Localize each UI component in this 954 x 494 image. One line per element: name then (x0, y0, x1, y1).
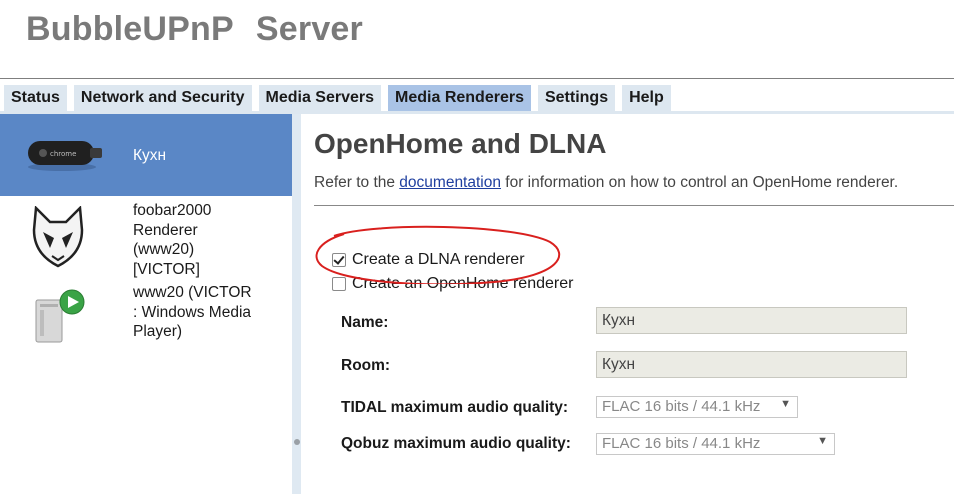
renderer-item-label: Кухн (133, 147, 167, 164)
tab-help[interactable]: Help (622, 85, 671, 111)
create-dlna-checkbox[interactable] (332, 253, 346, 267)
page-title: OpenHome and DLNA (314, 128, 607, 159)
tab-media-servers[interactable]: Media Servers (258, 85, 382, 111)
foobar2000-alien-icon (32, 206, 84, 268)
tidal-quality-select[interactable]: FLAC 16 bits / 44.1 kHz ▼ (596, 396, 798, 418)
renderer-item-foobar2000[interactable]: foobar2000 Renderer (www20) [VICTOR] (0, 200, 292, 278)
name-label: Name: (341, 314, 389, 331)
tab-media-renderers[interactable]: Media Renderers (388, 85, 531, 111)
qobuz-quality-select[interactable]: FLAC 16 bits / 44.1 kHz ▼ (596, 433, 835, 455)
splitter-handle[interactable] (294, 439, 300, 445)
room-field[interactable]: Кухн (596, 351, 907, 378)
room-label: Room: (341, 357, 391, 374)
app-title: BubbleUPnP Server (26, 10, 363, 49)
tidal-quality-label: TIDAL maximum audio quality: (341, 399, 569, 416)
renderer-item-label: foobar2000 Renderer (www20) [VICTOR] (133, 202, 212, 278)
qobuz-quality-value: FLAC 16 bits / 44.1 kHz (602, 435, 761, 452)
tabs-top-rule (0, 78, 954, 79)
documentation-link[interactable]: documentation (399, 174, 501, 191)
qobuz-quality-label: Qobuz maximum audio quality: (341, 435, 571, 452)
create-dlna-row: Create a DLNA renderer (332, 251, 525, 269)
windows-media-player-icon (35, 289, 85, 343)
chevron-down-icon: ▼ (817, 435, 828, 447)
renderer-list: chrome Кухн foobar2000 Renderer (www20) … (0, 114, 292, 494)
renderer-item-www20-wmp[interactable]: www20 (VICTOR : Windows Media Player) (0, 282, 292, 352)
tab-settings[interactable]: Settings (537, 85, 616, 111)
create-openhome-row: Create an OpenHome renderer (332, 275, 573, 293)
create-openhome-label: Create an OpenHome renderer (352, 275, 574, 292)
chevron-down-icon: ▼ (780, 398, 791, 410)
intro-text: Refer to the documentation for informati… (314, 174, 898, 192)
main-tabs: Status Network and Security Media Server… (4, 85, 678, 111)
chromecast-icon: chrome (28, 141, 102, 171)
app-title-part2: Server (255, 10, 363, 48)
renderer-item-kukhn[interactable]: chrome Кухн (0, 114, 292, 196)
app-title-part1: BubbleUPnP (26, 10, 234, 48)
svg-text:chrome: chrome (50, 150, 76, 158)
sidebar-splitter[interactable] (292, 114, 301, 494)
create-dlna-label: Create a DLNA renderer (352, 251, 525, 268)
name-field[interactable]: Кухн (596, 307, 907, 334)
intro-text-before: Refer to the (314, 174, 400, 191)
renderer-item-label: www20 (VICTOR : Windows Media Player) (133, 284, 252, 340)
intro-text-after: for information on how to control an Ope… (500, 174, 899, 191)
create-openhome-checkbox[interactable] (332, 277, 346, 291)
tidal-quality-value: FLAC 16 bits / 44.1 kHz (602, 398, 761, 415)
section-divider (314, 205, 954, 206)
tab-status[interactable]: Status (4, 85, 67, 111)
tab-network-and-security[interactable]: Network and Security (73, 85, 252, 111)
